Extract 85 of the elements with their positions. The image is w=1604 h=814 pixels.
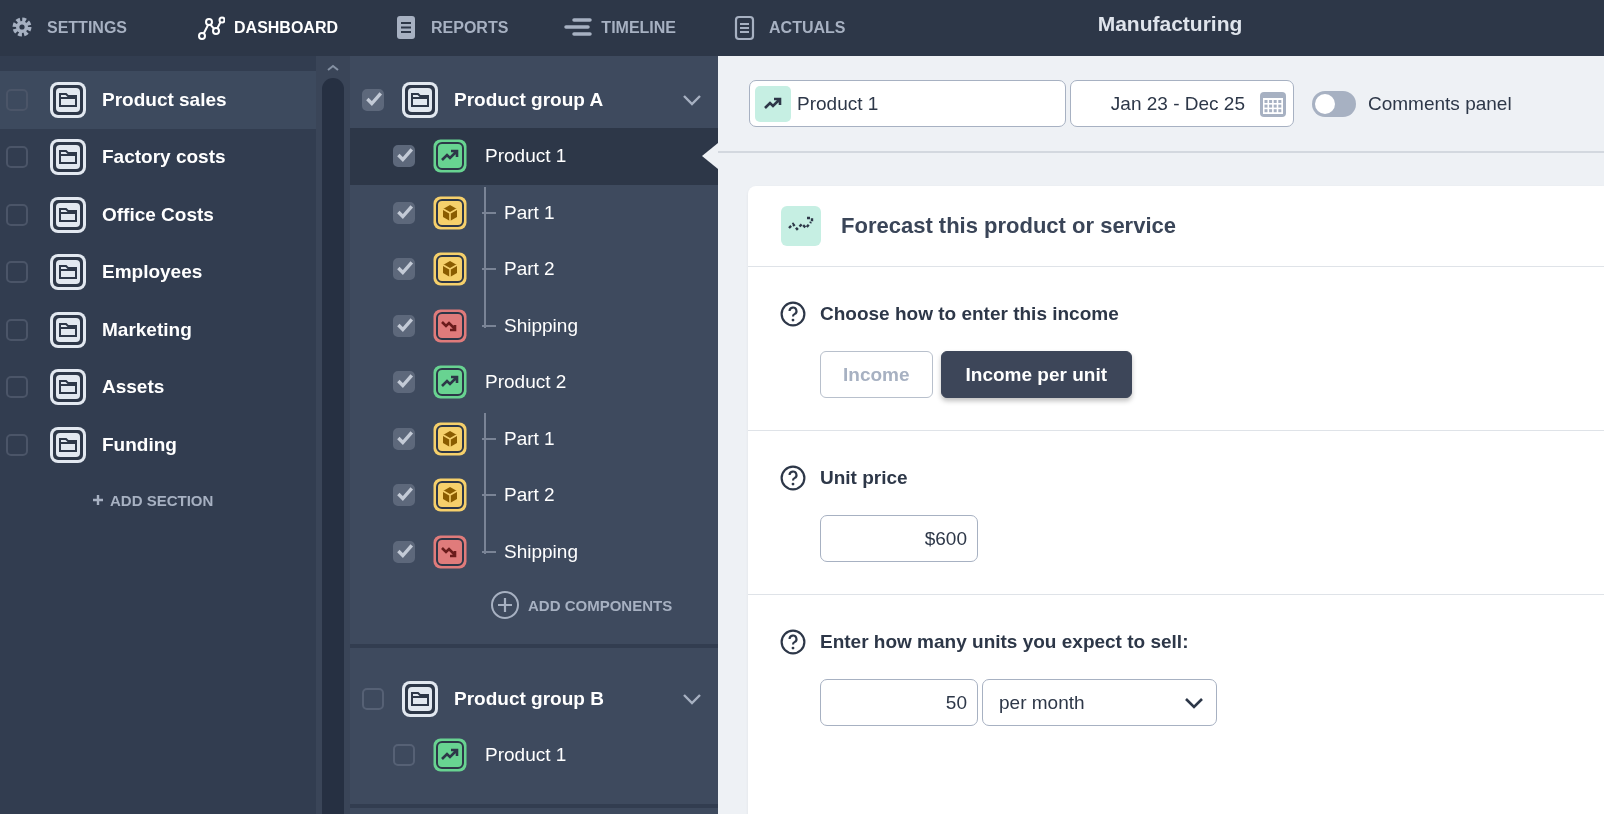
sidebar-item[interactable]: Funding: [0, 416, 316, 474]
sidebar-item[interactable]: Product sales: [0, 71, 316, 129]
question-label: Unit price: [820, 467, 908, 489]
toggle-label: Comments panel: [1368, 92, 1512, 115]
trend-down-icon: [432, 307, 468, 344]
sidebar-item[interactable]: Office Costs: [0, 186, 316, 244]
sidebar-item[interactable]: Assets: [0, 358, 316, 416]
period-select[interactable]: per month: [982, 679, 1217, 726]
group-header[interactable]: Product group B: [350, 670, 718, 727]
folder-icon: [48, 424, 88, 465]
option-button[interactable]: Income per unit: [940, 351, 1132, 398]
tree-item[interactable]: Product 1: [350, 727, 718, 784]
tree-item[interactable]: Product 1: [350, 128, 718, 185]
sidebar-item[interactable]: Factory costs: [0, 128, 316, 186]
tree-item[interactable]: Part 1: [350, 184, 718, 241]
folder-icon: [400, 79, 440, 120]
node-graph-icon: [197, 15, 225, 41]
box-icon: [432, 477, 468, 514]
box-icon: [432, 420, 468, 457]
question-label: Enter how many units you expect to sell:: [820, 631, 1189, 653]
nav-tab[interactable]: DASHBOARD: [187, 0, 348, 56]
help-icon[interactable]: [780, 465, 806, 491]
folder-icon: [48, 309, 88, 350]
box-icon: [432, 251, 468, 288]
price-field[interactable]: $600: [820, 515, 978, 562]
question-label: Choose how to enter this income: [820, 303, 1119, 325]
folder-icon: [48, 367, 88, 408]
tree-item[interactable]: Product 2: [350, 354, 718, 411]
checkbox[interactable]: [6, 261, 28, 284]
add-components-button[interactable]: ADD COMPONENTS: [486, 586, 677, 624]
trend-down-icon: [432, 533, 468, 570]
checkbox[interactable]: [362, 88, 384, 111]
plus-icon: [92, 494, 104, 506]
checkbox[interactable]: [362, 687, 384, 710]
date-range-field[interactable]: Jan 23 - Dec 25: [1070, 80, 1294, 127]
checkbox[interactable]: [393, 540, 415, 563]
chevron-down-icon[interactable]: [682, 93, 702, 106]
sidebar-item[interactable]: Marketing: [0, 301, 316, 359]
checkbox[interactable]: [6, 146, 28, 169]
help-icon[interactable]: [780, 629, 806, 655]
tree-item[interactable]: Shipping: [350, 523, 718, 580]
checkbox[interactable]: [393, 258, 415, 281]
product-select[interactable]: Product 1: [749, 80, 1066, 127]
checkbox[interactable]: [6, 203, 28, 226]
checkbox[interactable]: [6, 433, 28, 456]
trend-up-icon: [755, 85, 791, 122]
help-icon[interactable]: [780, 301, 806, 327]
plus-circle-icon: [490, 590, 520, 620]
tree-item[interactable]: Part 2: [350, 467, 718, 524]
chevron-down-icon[interactable]: [682, 692, 702, 705]
folder-icon: [48, 137, 88, 178]
trend-up-icon: [432, 364, 468, 401]
nav-tab[interactable]: REPORTS: [384, 0, 519, 56]
folder-icon: [48, 79, 88, 120]
units-field[interactable]: 50: [820, 679, 978, 726]
caret-icon: [1184, 696, 1204, 709]
checkbox[interactable]: [393, 371, 415, 394]
checkbox[interactable]: [393, 484, 415, 507]
card-title: Forecast this product or service: [841, 213, 1176, 239]
trend-up-icon: [432, 138, 468, 175]
box-icon: [432, 194, 468, 231]
scroll-up-icon[interactable]: [327, 64, 339, 72]
folder-icon: [400, 678, 440, 719]
app-title: Manufacturing: [1096, 11, 1244, 37]
toggle-switch[interactable]: [1312, 90, 1356, 117]
add-section-button[interactable]: ADD SECTION: [88, 487, 218, 513]
trend-up-icon: [432, 737, 468, 774]
nav-tab[interactable]: SETTINGS: [0, 0, 137, 56]
checkbox[interactable]: [6, 318, 28, 341]
forecast-icon: [781, 206, 821, 246]
checkbox[interactable]: [393, 145, 415, 168]
folder-icon: [48, 194, 88, 235]
nav-tab[interactable]: ACTUALS: [722, 0, 856, 56]
group-header[interactable]: Product group A: [350, 71, 718, 128]
nav-tab[interactable]: TIMELINE: [554, 0, 687, 56]
checkbox[interactable]: [393, 314, 415, 337]
sidebar-item[interactable]: Employees: [0, 243, 316, 301]
tree-item[interactable]: Part 2: [350, 241, 718, 298]
checkbox[interactable]: [393, 427, 415, 450]
checkbox[interactable]: [393, 201, 415, 224]
tree-item[interactable]: Shipping: [350, 297, 718, 354]
checkbox[interactable]: [393, 744, 415, 767]
checkbox[interactable]: [6, 376, 28, 399]
tree-item[interactable]: Part 1: [350, 410, 718, 467]
folder-icon: [48, 252, 88, 293]
